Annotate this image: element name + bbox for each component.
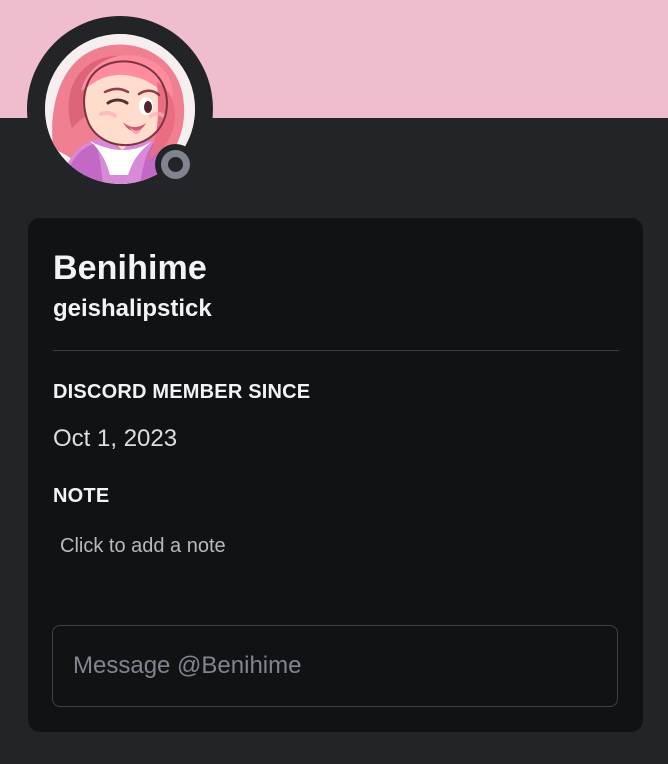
user-profile-popout: Benihime geishalipstick DISCORD MEMBER S… bbox=[0, 0, 668, 764]
avatar-iris bbox=[144, 101, 152, 113]
display-name: Benihime bbox=[53, 249, 207, 287]
status-dot-hole bbox=[168, 157, 183, 172]
member-since-date: Oct 1, 2023 bbox=[53, 425, 178, 452]
note-title: NOTE bbox=[53, 485, 110, 507]
note-input[interactable]: Click to add a note bbox=[52, 528, 480, 564]
offline-status-icon bbox=[161, 150, 190, 179]
profile-card: Benihime geishalipstick DISCORD MEMBER S… bbox=[28, 218, 643, 732]
message-input[interactable] bbox=[73, 626, 593, 706]
status-indicator bbox=[155, 144, 196, 185]
username: geishalipstick bbox=[53, 295, 212, 322]
member-since-title: DISCORD MEMBER SINCE bbox=[53, 381, 311, 403]
divider bbox=[53, 350, 619, 351]
avatar-wrapper bbox=[27, 16, 213, 202]
message-box[interactable] bbox=[52, 625, 618, 707]
